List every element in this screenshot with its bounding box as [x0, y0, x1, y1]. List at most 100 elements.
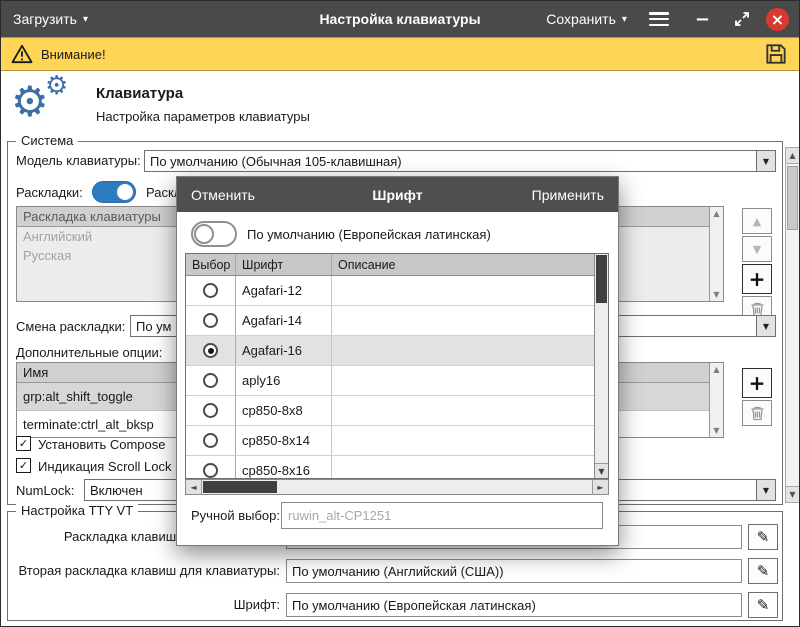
layouts-label: Раскладки: — [16, 185, 83, 200]
save-button[interactable]: Сохранить ▾ — [542, 11, 631, 27]
default-font-toggle[interactable] — [191, 221, 237, 247]
toggle-knob — [117, 184, 133, 200]
font-description — [332, 276, 594, 305]
font-row[interactable]: cp850-8x8 — [186, 396, 594, 426]
radio-button[interactable] — [203, 463, 218, 478]
compose-checkbox[interactable]: ✓ — [16, 436, 31, 451]
caret-down-icon: ▾ — [83, 14, 88, 25]
app-window: Настройка клавиатуры Загрузить ▾ Сохрани… — [0, 0, 800, 627]
scroll-up-icon[interactable]: ▲ — [713, 209, 719, 218]
scroll-down-button[interactable]: ▼ — [786, 486, 799, 502]
page-title: Клавиатура — [96, 85, 183, 102]
layouts-toggle[interactable] — [92, 181, 136, 203]
maximize-button[interactable] — [734, 11, 750, 27]
font-name: cp850-8x8 — [236, 396, 332, 425]
font-description — [332, 456, 594, 479]
warning-icon — [11, 44, 33, 64]
numlock-label: NumLock: — [16, 483, 75, 498]
chevron-down-icon: ▼ — [756, 151, 775, 171]
scrollbar-thumb[interactable] — [203, 481, 277, 493]
font-description — [332, 306, 594, 335]
expand-icon — [734, 11, 750, 27]
second-layout-field[interactable]: По умолчанию (Английский (США)) — [286, 559, 742, 583]
edit-tty-layout-button[interactable]: ✎ — [748, 524, 778, 550]
font-description — [332, 396, 594, 425]
font-table-header: Выбор Шрифт Описание — [186, 254, 594, 276]
scroll-down-button[interactable]: ▼ — [595, 463, 608, 478]
manual-select-input[interactable] — [281, 502, 603, 529]
scroll-right-button[interactable]: ► — [592, 480, 608, 494]
load-button[interactable]: Загрузить ▾ — [1, 1, 100, 37]
font-row[interactable]: cp850-8x14 — [186, 426, 594, 456]
edit-tty-font-button[interactable]: ✎ — [748, 592, 778, 618]
font-name: cp850-8x14 — [236, 426, 332, 455]
edit-second-layout-button[interactable]: ✎ — [748, 558, 778, 584]
keyboard-model-dropdown[interactable]: По умолчанию (Обычная 105-клавишная) ▼ — [144, 150, 776, 172]
trash-icon — [750, 405, 765, 421]
minimize-button[interactable]: − — [695, 9, 710, 30]
scrollbar-thumb[interactable] — [787, 166, 798, 230]
scroll-left-button[interactable]: ◄ — [186, 480, 202, 494]
font-row[interactable]: Agafari-14 — [186, 306, 594, 336]
column-header-description: Описание — [332, 254, 594, 275]
radio-button[interactable] — [203, 313, 218, 328]
delete-option-button[interactable] — [742, 400, 772, 426]
font-name: aply16 — [236, 366, 332, 395]
font-table-hscrollbar[interactable]: ◄ ► — [185, 479, 609, 495]
tty-font-field[interactable]: По умолчанию (Европейская латинская) — [286, 593, 742, 617]
system-group-legend: Система — [16, 133, 78, 148]
font-row[interactable]: aply16 — [186, 366, 594, 396]
layout-switch-label: Смена раскладки: — [16, 319, 125, 334]
scrolllock-checkbox-label: Индикация Scroll Lock — [38, 459, 172, 474]
toggle-knob — [194, 224, 214, 244]
radio-button[interactable] — [203, 403, 218, 418]
font-description — [332, 426, 594, 455]
options-table-scrollbar[interactable]: ▲ ▼ — [709, 363, 723, 437]
radio-button-selected[interactable] — [203, 343, 218, 358]
radio-button[interactable] — [203, 373, 218, 388]
page-subtitle: Настройка параметров клавиатуры — [96, 109, 310, 124]
column-header-choice: Выбор — [186, 254, 236, 275]
tty-font-label: Шрифт: — [16, 597, 280, 612]
scrollbar-thumb[interactable] — [596, 255, 607, 303]
scroll-up-icon[interactable]: ▲ — [713, 365, 719, 374]
caret-down-icon: ▾ — [622, 14, 627, 25]
dialog-cancel-button[interactable]: Отменить — [177, 187, 255, 203]
font-name: Agafari-14 — [236, 306, 332, 335]
second-layout-label: Вторая раскладка клавиш для клавиатуры: — [16, 563, 280, 578]
add-option-button[interactable]: + — [742, 368, 772, 398]
font-description — [332, 366, 594, 395]
font-table-scrollbar[interactable]: ▼ — [594, 254, 608, 478]
font-dialog: Шрифт Отменить Применить По умолчанию (Е… — [176, 176, 619, 546]
column-header-font: Шрифт — [236, 254, 332, 275]
close-button[interactable]: × — [766, 8, 789, 31]
move-down-button[interactable]: ▼ — [742, 236, 772, 262]
title-bar: Настройка клавиатуры Загрузить ▾ Сохрани… — [1, 1, 799, 37]
scrolllock-checkbox[interactable]: ✓ — [16, 458, 31, 473]
font-row[interactable]: cp850-8x16 — [186, 456, 594, 479]
default-font-label: По умолчанию (Европейская латинская) — [247, 227, 491, 242]
font-name: cp850-8x16 — [236, 456, 332, 479]
font-description — [332, 336, 594, 365]
radio-button[interactable] — [203, 433, 218, 448]
save-file-button[interactable] — [763, 41, 789, 67]
layout-list-scrollbar[interactable]: ▲ ▼ — [709, 207, 723, 301]
chevron-down-icon: ▼ — [756, 316, 775, 336]
gear-icon: ⚙ — [45, 73, 68, 99]
add-layout-button[interactable]: + — [742, 264, 772, 294]
scroll-up-button[interactable]: ▲ — [786, 148, 799, 164]
radio-button[interactable] — [203, 283, 218, 298]
move-up-button[interactable]: ▲ — [742, 208, 772, 234]
font-table: Выбор Шрифт Описание Agafari-12 Agafari-… — [185, 253, 609, 479]
font-row[interactable]: Agafari-12 — [186, 276, 594, 306]
scroll-down-icon[interactable]: ▼ — [713, 426, 719, 435]
tty-group-legend: Настройка TTY VT — [16, 503, 138, 518]
font-name: Agafari-12 — [236, 276, 332, 305]
font-row-selected[interactable]: Agafari-16 — [186, 336, 594, 366]
warning-text: Внимание! — [41, 47, 106, 62]
menu-button[interactable] — [649, 12, 669, 26]
main-scrollbar[interactable]: ▲ ▼ — [785, 147, 800, 503]
warning-banner: Внимание! — [1, 37, 799, 71]
scroll-down-icon[interactable]: ▼ — [713, 290, 719, 299]
dialog-apply-button[interactable]: Применить — [532, 187, 618, 203]
